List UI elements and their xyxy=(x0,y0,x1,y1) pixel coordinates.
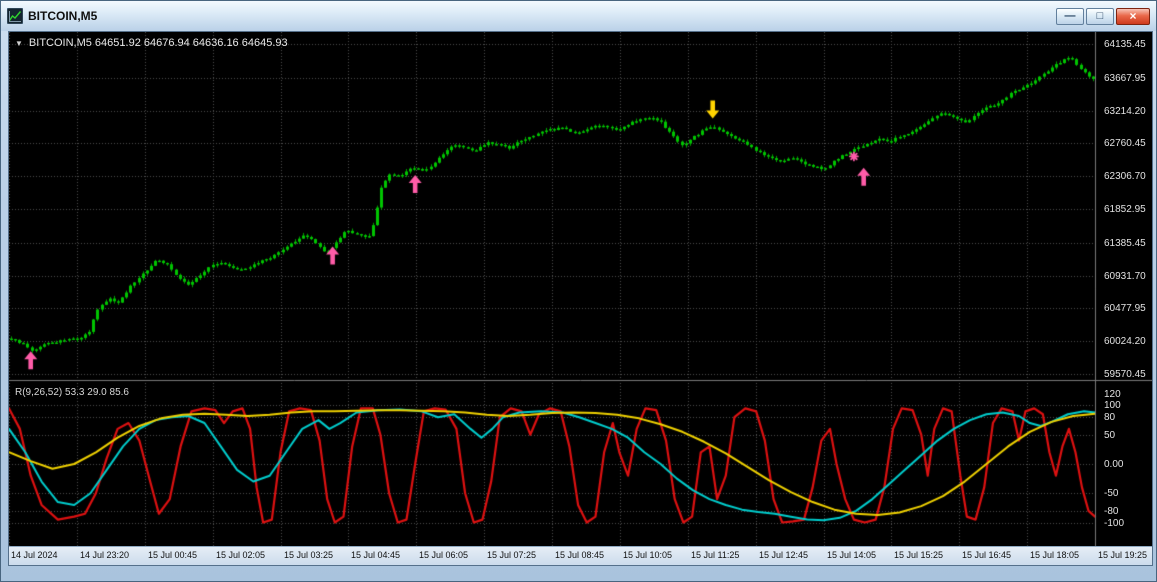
close-button[interactable]: × xyxy=(1116,7,1150,25)
indicator-axis-label: -100 xyxy=(1104,517,1125,529)
application-window: BITCOIN,M5 — □ × ▼ BITCOIN,M5 64651.92 6… xyxy=(0,0,1157,582)
title-bar[interactable]: BITCOIN,M5 — □ × xyxy=(1,1,1156,31)
indicator-axis-label: -80 xyxy=(1104,505,1119,517)
time-axis-label: 15 Jul 08:45 xyxy=(555,550,605,560)
indicator-label: R(9,26,52) 53.3 29.0 85.6 xyxy=(15,387,129,398)
indicator-axis-label: 0.00 xyxy=(1104,459,1124,470)
panel-splitter[interactable] xyxy=(9,378,1152,384)
chart-client-area: ▼ BITCOIN,M5 64651.92 64676.94 64636.16 … xyxy=(8,31,1153,566)
indicator-axis-label: 50 xyxy=(1104,429,1116,441)
time-axis-label: 15 Jul 10:05 xyxy=(623,550,673,560)
indicator-axis[interactable]: 120 100 80 50 0.00 -50 -80 -100 xyxy=(1098,32,1152,546)
time-axis-label: 15 Jul 04:45 xyxy=(351,550,401,560)
time-axis-label: 15 Jul 03:25 xyxy=(284,550,334,560)
time-axis-label: 14 Jul 23:20 xyxy=(80,550,130,560)
time-axis-label: 15 Jul 07:25 xyxy=(487,550,537,560)
time-axis-label: 15 Jul 00:45 xyxy=(148,550,198,560)
time-axis-label: 15 Jul 12:45 xyxy=(759,550,809,560)
indicator-axis-label: 120 xyxy=(1104,388,1121,400)
collapse-arrow-icon[interactable]: ▼ xyxy=(15,39,23,48)
window-controls: — □ × xyxy=(1056,7,1150,25)
time-axis-label: 15 Jul 14:05 xyxy=(827,550,877,560)
chart-window-icon xyxy=(6,7,24,25)
time-axis-label: 15 Jul 11:25 xyxy=(691,550,740,560)
time-axis-label: 15 Jul 02:05 xyxy=(216,550,266,560)
time-axis-label: 15 Jul 18:05 xyxy=(1030,550,1080,560)
time-axis-label: 15 Jul 06:05 xyxy=(419,550,469,560)
time-axis-label: 15 Jul 19:25 xyxy=(1098,550,1148,560)
time-axis-label: 15 Jul 15:25 xyxy=(894,550,944,560)
indicator-axis-label: 80 xyxy=(1104,412,1116,424)
chart-info-label: ▼ BITCOIN,M5 64651.92 64676.94 64636.16 … xyxy=(15,37,288,49)
time-axis[interactable]: 14 Jul 2024 14 Jul 23:20 15 Jul 00:45 15 Ju… xyxy=(9,546,1152,565)
restore-button[interactable]: □ xyxy=(1086,7,1114,25)
window-title: BITCOIN,M5 xyxy=(28,9,98,23)
indicator-axis-label: 100 xyxy=(1104,400,1121,412)
indicator-axis-label: -50 xyxy=(1104,488,1119,500)
ohlc-label: BITCOIN,M5 64651.92 64676.94 64636.16 64… xyxy=(28,37,288,49)
time-axis-label: 15 Jul 16:45 xyxy=(962,550,1012,560)
minimize-button[interactable]: — xyxy=(1056,7,1084,25)
time-axis-label: 14 Jul 2024 xyxy=(11,550,58,560)
price-chart-canvas[interactable] xyxy=(9,32,1152,565)
